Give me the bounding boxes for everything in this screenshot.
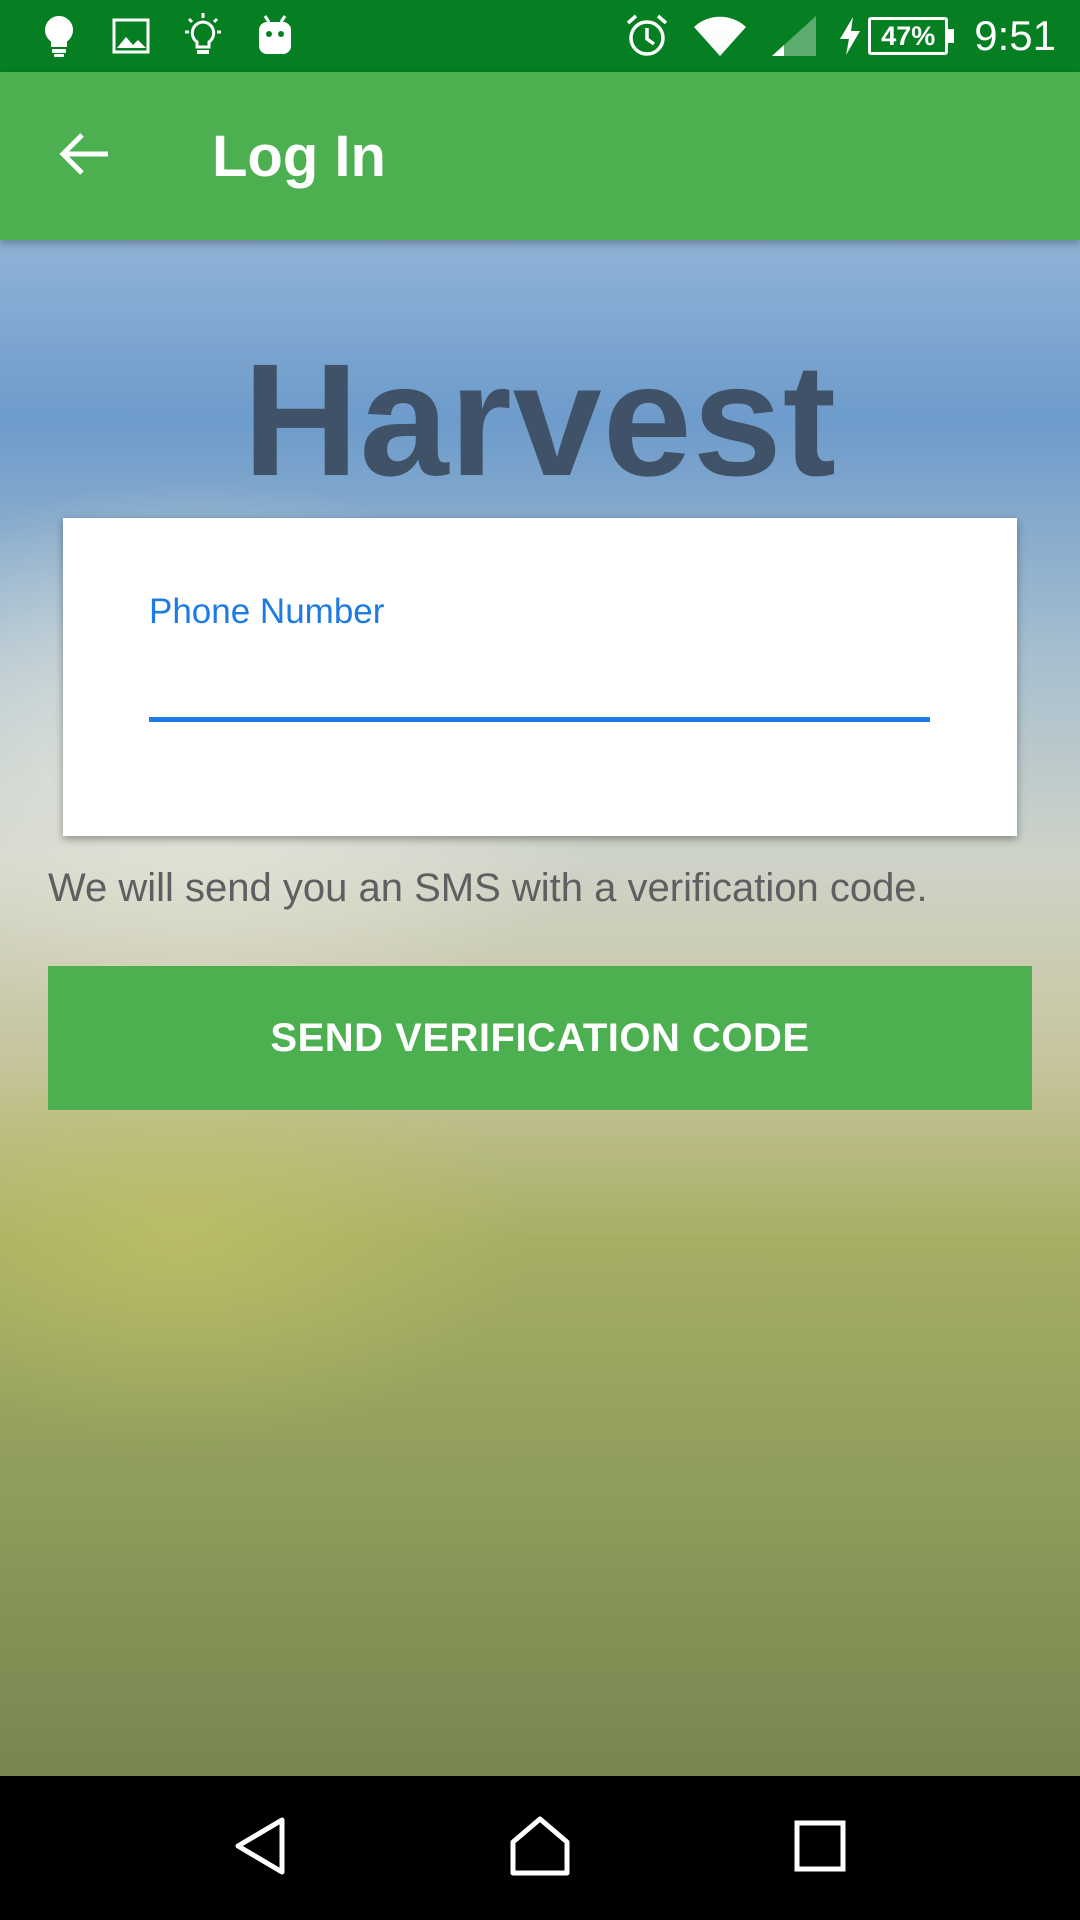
android-icon <box>250 11 300 61</box>
status-bar: 47% 9:51 <box>0 0 1080 72</box>
send-verification-code-button[interactable]: SEND VERIFICATION CODE <box>48 966 1032 1110</box>
image-icon <box>106 11 156 61</box>
arrow-back-icon <box>58 132 110 181</box>
status-bar-right: 47% 9:51 <box>602 11 1056 61</box>
status-bar-left <box>34 11 322 61</box>
back-button[interactable] <box>36 108 132 204</box>
battery-indicator: 47% <box>838 11 955 61</box>
system-nav-bar <box>0 1776 1080 1920</box>
nav-home-button[interactable] <box>490 1798 590 1898</box>
brand-logo-text: Harvest <box>242 330 838 509</box>
home-icon <box>509 1816 571 1881</box>
nav-back-button[interactable] <box>210 1798 310 1898</box>
back-triangle-icon <box>232 1816 288 1881</box>
nav-recents-button[interactable] <box>770 1798 870 1898</box>
recents-icon <box>794 1820 846 1877</box>
lightbulb-icon <box>34 11 84 61</box>
login-content: Harvest Phone Number We will send you an… <box>0 240 1080 1776</box>
helper-text: We will send you an SMS with a verificat… <box>48 866 928 910</box>
clock: 9:51 <box>974 12 1056 59</box>
lightbulb-outline-icon <box>178 11 228 61</box>
alarm-icon <box>624 11 670 61</box>
phone-number-input[interactable] <box>149 638 930 722</box>
app-bar: Log In <box>0 72 1080 240</box>
charging-icon <box>838 11 862 61</box>
wifi-icon <box>692 11 748 61</box>
phone-number-label: Phone Number <box>149 592 385 631</box>
page-title: Log In <box>212 123 386 189</box>
signal-icon <box>770 11 818 61</box>
battery-level: 47% <box>868 17 955 55</box>
phone-card: Phone Number <box>63 518 1017 836</box>
